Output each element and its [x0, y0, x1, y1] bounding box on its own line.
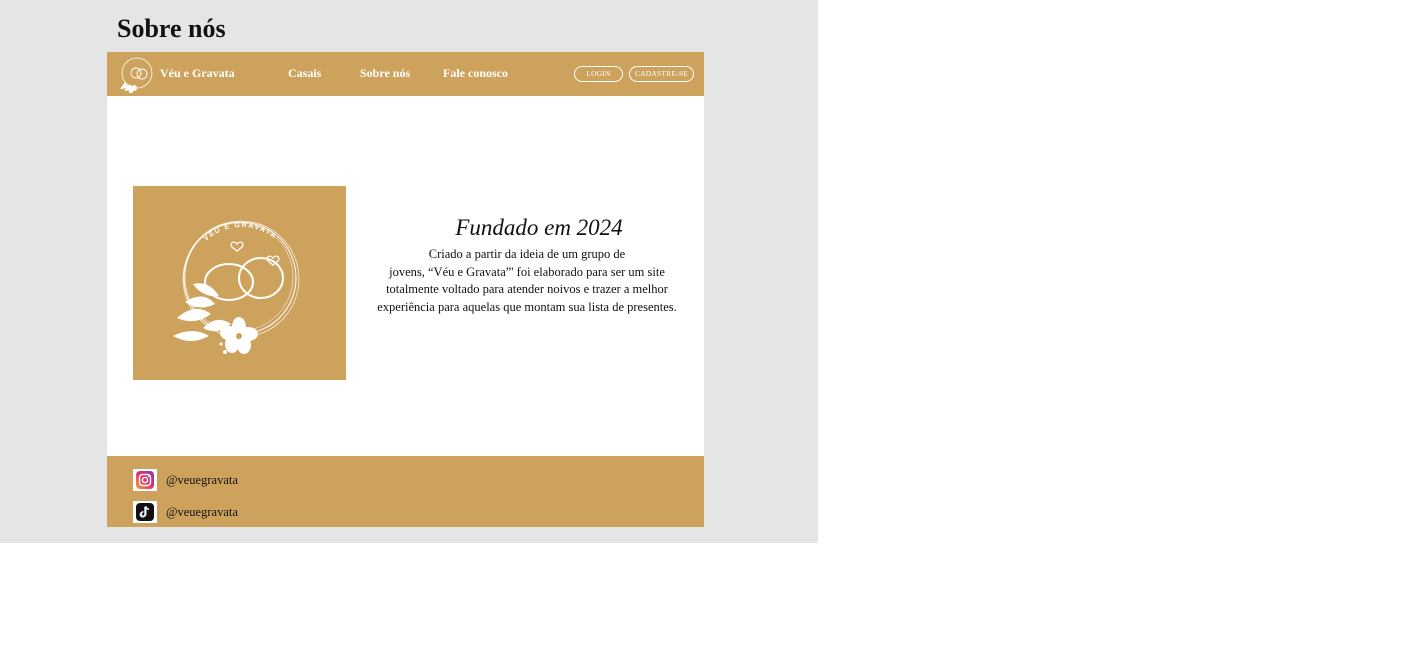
navbar: Véu e Gravata Casais Sobre nós Fale cono…: [107, 52, 704, 96]
footer: @veuegravata @veuegravata: [107, 456, 704, 527]
brand-logo-image: VÉU E GRAVATA: [133, 186, 346, 380]
about-line: totalmente voltado para atender noivos e…: [386, 282, 668, 297]
instagram-link[interactable]: @veuegravata: [133, 469, 238, 491]
instagram-handle: @veuegravata: [166, 472, 238, 487]
wireframe-canvas: Sobre nós Véu e Gravata Casais Sobre nós…: [0, 0, 818, 543]
nav-link-fale-conosco[interactable]: Fale conosco: [443, 66, 508, 81]
brand-name[interactable]: Véu e Gravata: [160, 66, 235, 81]
nav-link-sobre-nos[interactable]: Sobre nós: [360, 66, 410, 81]
about-section: Fundado em 2024 Criado a partir da ideia…: [353, 214, 701, 316]
tiktok-link[interactable]: @veuegravata: [133, 501, 238, 523]
svg-text:VÉU E GRAVATA: VÉU E GRAVATA: [203, 222, 278, 242]
frame-title: Sobre nós: [117, 14, 226, 43]
about-body: Criado a partir da ideia de um grupo de …: [353, 246, 701, 316]
about-heading: Fundado em 2024: [455, 215, 623, 240]
rings-flower-logo-icon[interactable]: [116, 55, 156, 95]
website-mockup: Véu e Gravata Casais Sobre nós Fale cono…: [107, 52, 704, 527]
about-line: Criado a partir da ideia de um grupo de: [428, 247, 626, 261]
tiktok-icon: [133, 501, 157, 523]
instagram-icon: [133, 469, 157, 491]
nav-link-casais[interactable]: Casais: [288, 66, 321, 81]
login-button[interactable]: LOGIN: [574, 66, 623, 82]
signup-button[interactable]: CADASTRE-SE: [629, 66, 694, 82]
tiktok-handle: @veuegravata: [166, 504, 238, 519]
about-line: experiência para aquelas que montam sua …: [377, 299, 677, 314]
about-line: jovens, “Véu e Gravata”' foi elaborado p…: [389, 264, 665, 279]
